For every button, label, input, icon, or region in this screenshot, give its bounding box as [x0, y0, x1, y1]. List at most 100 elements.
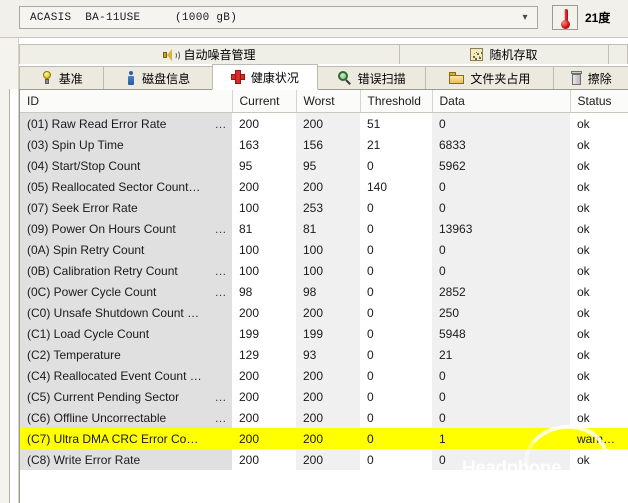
column-header-current[interactable]: Current — [232, 90, 297, 113]
device-selector-value: ACASIS BA-11USE (1000 gB) — [20, 12, 513, 24]
cell-data: 6833 — [432, 134, 570, 155]
tab-benchmark[interactable]: 基准 — [19, 66, 105, 90]
cell-attribute-id: … (01) Raw Read Error Rate — [20, 112, 232, 134]
cell-attribute-id: (C0) Unsafe Shutdown Count … — [20, 302, 232, 323]
upper-tab-filler — [608, 44, 628, 64]
cell-truncation-ellipsis: … — [214, 284, 227, 299]
tab-folder-usage-label: 文件夹占用 — [470, 71, 531, 86]
table-row[interactable]: … (C6) Offline Uncorrectable 200 200 0 0 ok — [20, 407, 628, 428]
table-row[interactable]: … (C5) Current Pending Sector 200 200 0 0 ok — [20, 386, 628, 407]
cell-attribute-id: (04) Start/Stop Count — [20, 155, 232, 176]
tab-erase[interactable]: 擦除 — [553, 66, 628, 90]
column-header-id[interactable]: ID — [20, 90, 233, 113]
cell-data: 0 — [432, 239, 570, 260]
table-row[interactable]: … (0C) Power Cycle Count 98 98 0 2852 ok — [20, 281, 628, 302]
cell-data: 0 — [432, 386, 570, 407]
tab-automatic-acoustic-management[interactable]: 自动噪音管理 — [19, 44, 400, 64]
cell-attribute-id: (C8) Write Error Rate — [20, 449, 232, 470]
table-row[interactable]: (03) Spin Up Time 163 156 21 6833 ok — [20, 134, 628, 155]
table-row[interactable]: … (0B) Calibration Retry Count 100 100 0 0 ok — [20, 260, 628, 281]
cell-current: 200 — [232, 302, 296, 323]
cell-attribute-id: (07) Seek Error Rate — [20, 197, 232, 218]
table-row[interactable]: (C8) Write Error Rate 200 200 0 0 ok — [20, 449, 628, 470]
temperature-value: 21度 — [585, 11, 611, 25]
cell-status: ok — [570, 302, 628, 323]
table-body: … (01) Raw Read Error Rate 200 200 51 0 ok (03)… — [20, 112, 628, 470]
cell-worst: 199 — [296, 323, 360, 344]
table-row[interactable]: (C1) Load Cycle Count 199 199 0 5948 ok — [20, 323, 628, 344]
table-row[interactable]: (C0) Unsafe Shutdown Count … 200 200 0 250 ok — [20, 302, 628, 323]
cell-data: 250 — [432, 302, 570, 323]
cell-threshold: 21 — [360, 134, 432, 155]
cell-data: 0 — [432, 112, 570, 134]
cell-data: 0 — [432, 449, 570, 470]
cell-attribute-id: … (C5) Current Pending Sector — [20, 386, 232, 407]
cell-worst: 100 — [296, 239, 360, 260]
table-row[interactable]: (0A) Spin Retry Count 100 100 0 0 ok — [20, 239, 628, 260]
cell-current: 200 — [232, 176, 296, 197]
trash-icon — [570, 71, 582, 85]
cell-truncation-ellipsis: … — [214, 410, 227, 425]
tab-automatic-acoustic-management-label: 自动噪音管理 — [183, 48, 256, 62]
cell-current: 200 — [232, 365, 296, 386]
cell-worst: 200 — [296, 365, 360, 386]
cell-data: 5948 — [432, 323, 570, 344]
cell-attribute-id: … (09) Power On Hours Count — [20, 218, 232, 239]
table-row[interactable]: (C7) Ultra DMA CRC Error Co… 200 200 0 1 warn… — [20, 428, 628, 449]
cell-attribute-id: (05) Reallocated Sector Count… — [20, 176, 232, 197]
thermometer-icon — [552, 5, 578, 30]
cell-worst: 200 — [296, 407, 360, 428]
cell-current: 199 — [232, 323, 296, 344]
table-row[interactable]: (C2) Temperature 129 93 0 21 ok — [20, 344, 628, 365]
cell-status: ok — [570, 239, 628, 260]
cell-threshold: 0 — [360, 365, 432, 386]
tab-erase-label: 擦除 — [587, 71, 612, 86]
column-header-threshold[interactable]: Threshold — [360, 90, 433, 113]
cell-threshold: 0 — [360, 281, 432, 302]
cell-worst: 95 — [296, 155, 360, 176]
table-row[interactable]: … (09) Power On Hours Count 81 81 0 13963 ok — [20, 218, 628, 239]
random-access-icon — [470, 48, 484, 61]
column-header-worst[interactable]: Worst — [296, 90, 361, 113]
cell-worst: 200 — [296, 428, 360, 449]
tab-health-status-label: 健康状况 — [250, 70, 299, 85]
cell-worst: 156 — [296, 134, 360, 155]
column-header-status[interactable]: Status — [570, 90, 628, 113]
chevron-down-icon[interactable]: ▾ — [513, 12, 537, 23]
table-row[interactable]: (07) Seek Error Rate 100 253 0 0 ok — [20, 197, 628, 218]
cell-current: 100 — [232, 239, 296, 260]
cell-threshold: 0 — [360, 260, 432, 281]
cell-attribute-id: (C1) Load Cycle Count — [20, 323, 232, 344]
cell-attribute-id: (C2) Temperature — [20, 344, 232, 365]
cell-threshold: 0 — [360, 197, 432, 218]
cell-worst: 200 — [296, 112, 360, 134]
cell-data: 13963 — [432, 218, 570, 239]
cell-worst: 200 — [296, 302, 360, 323]
left-gutter-inner — [9, 89, 18, 503]
tab-folder-usage[interactable]: 文件夹占用 — [425, 66, 555, 90]
tab-error-scan[interactable]: 错误扫描 — [317, 66, 427, 90]
tab-random-access[interactable]: 随机存取 — [399, 44, 609, 64]
tab-disk-info[interactable]: 磁盘信息 — [103, 66, 213, 90]
speaker-icon — [163, 48, 181, 61]
cell-current: 81 — [232, 218, 296, 239]
top-toolbar: ACASIS BA-11USE (1000 gB) ▾ 21度 — [0, 0, 628, 38]
cell-status: ok — [570, 407, 628, 428]
lower-tab-strip: 基准 磁盘信息 健康状况 错误扫描 文件夹占用 擦除 — [19, 64, 628, 90]
cell-data: 0 — [432, 197, 570, 218]
cell-worst: 93 — [296, 344, 360, 365]
table-row[interactable]: … (01) Raw Read Error Rate 200 200 51 0 ok — [20, 112, 628, 134]
cell-status: ok — [570, 218, 628, 239]
table-row[interactable]: (04) Start/Stop Count 95 95 0 5962 ok — [20, 155, 628, 176]
table-row[interactable]: (05) Reallocated Sector Count… 200 200 140 0… — [20, 176, 628, 197]
column-header-data[interactable]: Data — [432, 90, 571, 113]
table-row[interactable]: (C4) Reallocated Event Count … 200 200 0 0 ok — [20, 365, 628, 386]
cell-data: 1 — [432, 428, 570, 449]
cell-data: 2852 — [432, 281, 570, 302]
cell-current: 200 — [232, 112, 296, 134]
red-cross-icon — [230, 70, 245, 84]
tab-health-status[interactable]: 健康状况 — [211, 64, 319, 90]
cell-attribute-id: (0A) Spin Retry Count — [20, 239, 232, 260]
device-selector-dropdown[interactable]: ACASIS BA-11USE (1000 gB) ▾ — [19, 6, 538, 29]
cell-status: ok — [570, 134, 628, 155]
